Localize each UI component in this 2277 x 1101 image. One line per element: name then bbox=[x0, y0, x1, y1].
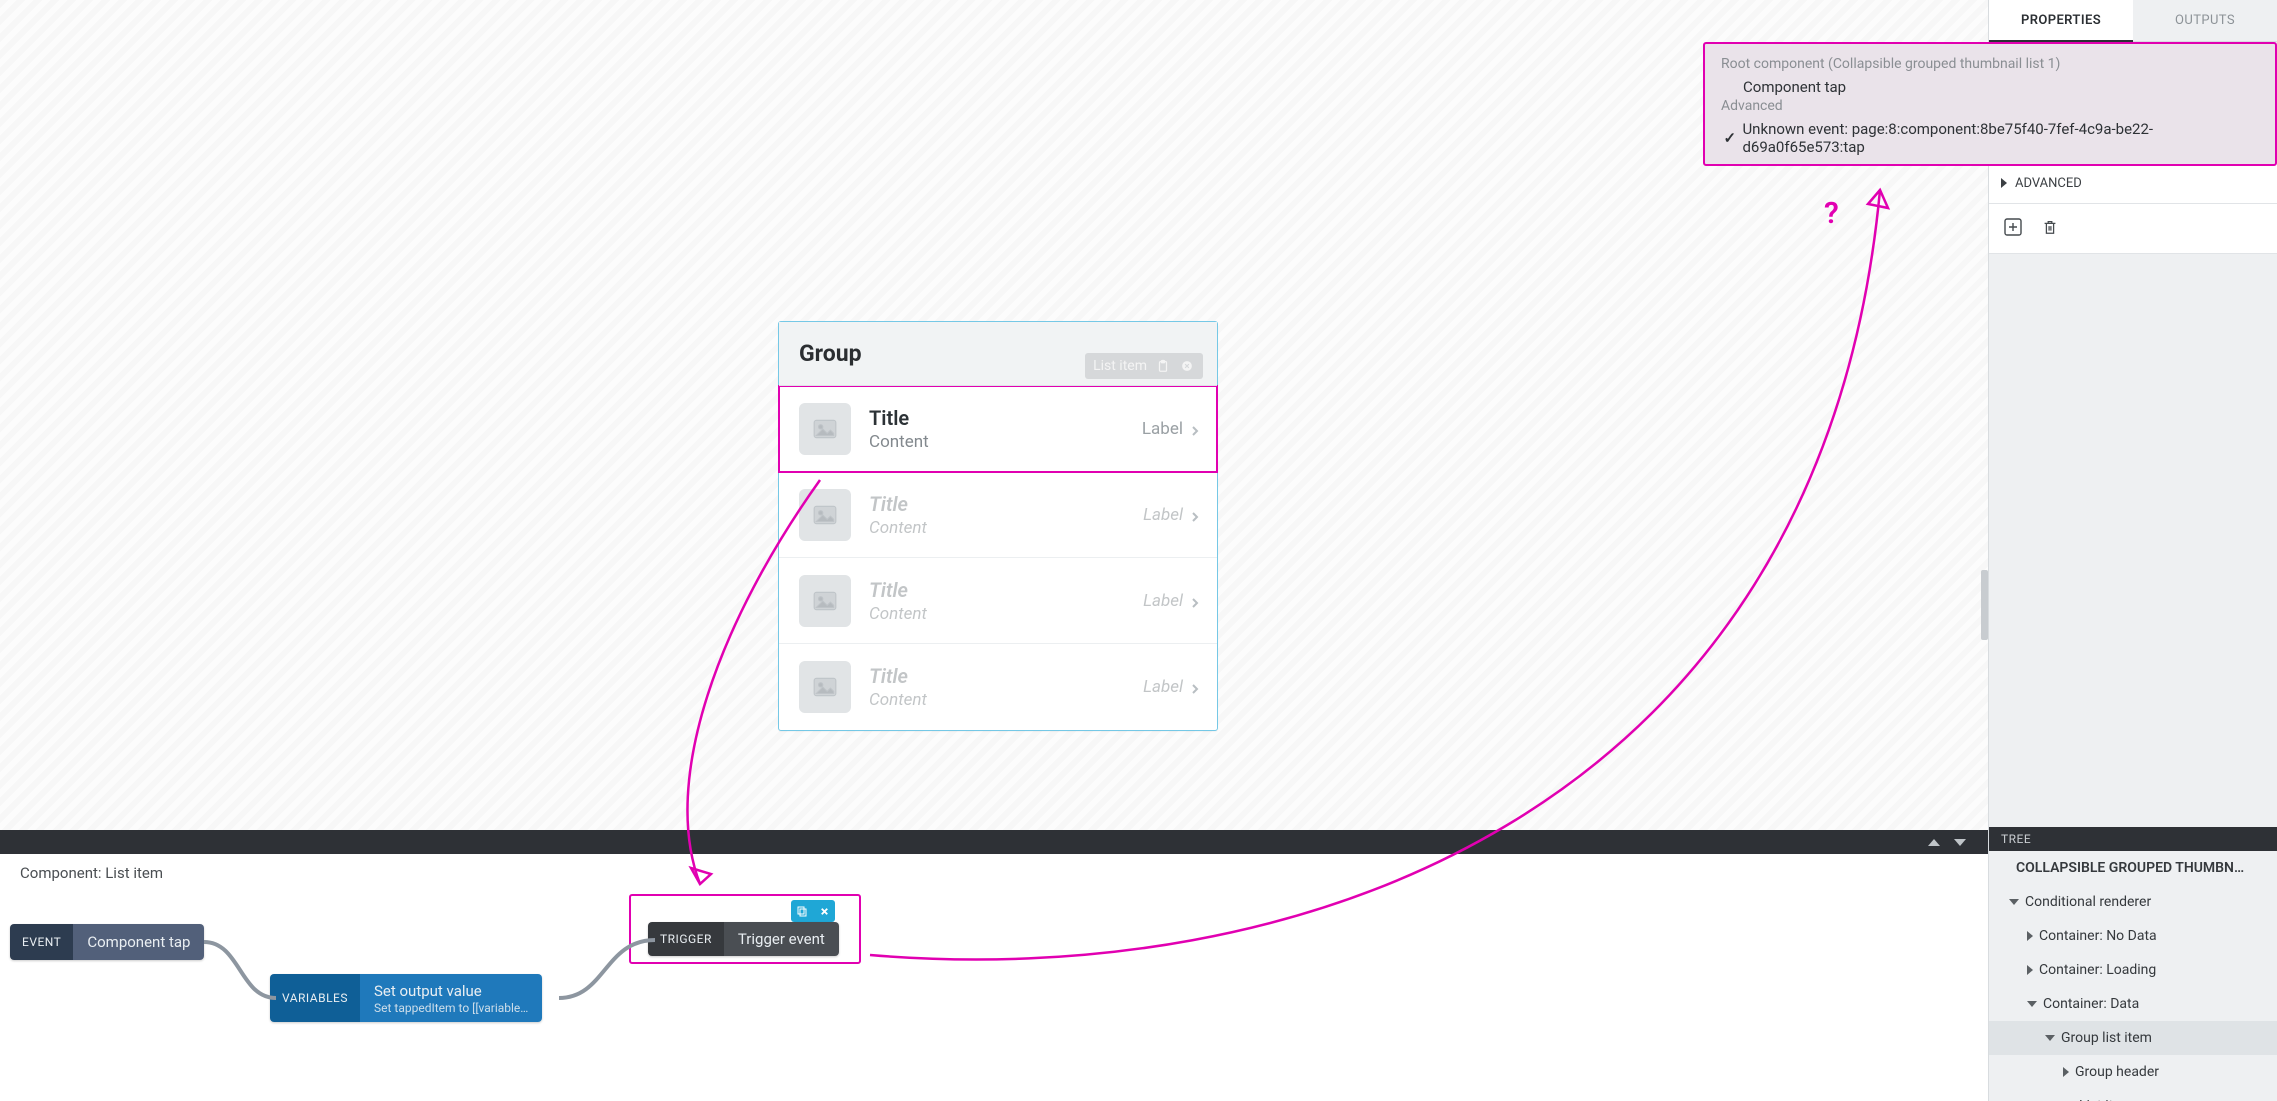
group-card[interactable]: Group List item Title Content Label bbox=[778, 321, 1218, 731]
tree-row[interactable]: Container: No Data bbox=[1989, 919, 2277, 953]
delete-icon[interactable] bbox=[813, 900, 835, 922]
event-picker-popup[interactable]: Root component (Collapsible grouped thum… bbox=[1703, 42, 2277, 166]
list-item[interactable]: Title Content Label bbox=[779, 386, 1217, 472]
list-item-content: Content bbox=[869, 518, 1143, 538]
tree-row-label: Group header bbox=[2075, 1064, 2159, 1080]
tree-row[interactable]: COLLAPSIBLE GROUPED THUMBN… bbox=[1989, 851, 2277, 885]
tree-row[interactable]: Group header bbox=[1989, 1055, 2277, 1089]
list-item-content: Content bbox=[869, 604, 1143, 624]
list-item-title: Title bbox=[869, 578, 1143, 602]
chevron-right-icon bbox=[1189, 594, 1203, 608]
tree-panel[interactable]: COLLAPSIBLE GROUPED THUMBN… Conditional r… bbox=[1989, 851, 2277, 1101]
popup-section: Advanced bbox=[1721, 98, 2259, 114]
tree-row-label: Conditional renderer bbox=[2025, 894, 2151, 910]
tree-row[interactable]: Conditional renderer bbox=[1989, 885, 2277, 919]
thumbnail-placeholder-icon bbox=[799, 661, 851, 713]
list-item-label: Label bbox=[1143, 591, 1183, 611]
popup-option[interactable]: ✓Unknown event: page:8:component:8be75f4… bbox=[1721, 118, 2259, 158]
advanced-section-toggle[interactable]: ADVANCED bbox=[1989, 163, 2277, 203]
thumbnail-placeholder-icon bbox=[799, 489, 851, 541]
sidebar-resize-handle[interactable] bbox=[1981, 570, 1988, 640]
list-item-title: Title bbox=[869, 492, 1143, 516]
node-trigger-tag: TRIGGER bbox=[648, 922, 724, 956]
design-canvas[interactable]: Group List item Title Content Label bbox=[0, 0, 1988, 830]
node-event[interactable]: EVENT Component tap bbox=[10, 924, 204, 960]
node-event-tag: EVENT bbox=[10, 924, 73, 960]
copy-icon[interactable] bbox=[791, 900, 813, 922]
chevron-right-icon bbox=[1189, 508, 1203, 522]
advanced-label: ADVANCED bbox=[2015, 176, 2082, 191]
popup-section: Root component (Collapsible grouped thum… bbox=[1721, 56, 2259, 72]
group-title: Group bbox=[799, 340, 862, 367]
logic-panel[interactable]: Component: List item EVENT Component tap… bbox=[0, 854, 1988, 1101]
node-trigger[interactable]: TRIGGER Trigger event bbox=[648, 922, 839, 956]
node-event-label: Component tap bbox=[87, 933, 190, 951]
tab-outputs[interactable]: OUTPUTS bbox=[2133, 0, 2277, 42]
popup-option-label: Unknown event: page:8:component:8be75f40… bbox=[1742, 120, 2259, 156]
chevron-right-icon bbox=[1189, 680, 1203, 694]
popup-option[interactable]: Component tap bbox=[1721, 76, 2259, 98]
tab-properties[interactable]: PROPERTIES bbox=[1989, 0, 2133, 42]
properties-toolbar bbox=[1989, 204, 2277, 254]
tree-row[interactable]: Container: Data bbox=[1989, 987, 2277, 1021]
node-trigger-actions[interactable] bbox=[791, 900, 835, 922]
sidebar-tabs: PROPERTIES OUTPUTS bbox=[1989, 0, 2277, 42]
close-icon[interactable] bbox=[1179, 358, 1195, 374]
list-item-content: Content bbox=[869, 690, 1143, 710]
caret-down-icon[interactable] bbox=[2009, 899, 2019, 905]
node-variables-line1: Set output value bbox=[374, 982, 528, 1000]
list-item-title: Title bbox=[869, 664, 1143, 688]
tree-row-label: COLLAPSIBLE GROUPED THUMBN… bbox=[2016, 860, 2244, 876]
list-item-label: Label bbox=[1142, 419, 1183, 439]
collapse-down-icon[interactable] bbox=[1954, 839, 1966, 846]
clipboard-icon[interactable] bbox=[1155, 358, 1171, 374]
list-item-label: Label bbox=[1143, 677, 1183, 697]
tree-row-label: Container: No Data bbox=[2039, 928, 2157, 944]
caret-right-icon[interactable] bbox=[2063, 1067, 2069, 1077]
tree-row-label: Group list item bbox=[2061, 1030, 2152, 1046]
list-item[interactable]: TitleContent Label bbox=[779, 644, 1217, 730]
popup-option-label: Component tap bbox=[1743, 78, 1846, 96]
node-variables[interactable]: VARIABLES Set output value Set tappedIte… bbox=[270, 974, 542, 1022]
panel-resize-bar[interactable] bbox=[0, 830, 1988, 854]
node-trigger-label: Trigger event bbox=[738, 930, 825, 948]
add-icon[interactable] bbox=[2003, 217, 2023, 241]
thumbnail-placeholder-icon bbox=[799, 575, 851, 627]
trash-icon[interactable] bbox=[2041, 218, 2059, 240]
thumbnail-placeholder-icon bbox=[799, 403, 851, 455]
list-item-title: Title bbox=[869, 406, 1142, 430]
caret-right-icon[interactable] bbox=[2027, 965, 2033, 975]
tree-row-label: Container: Loading bbox=[2039, 962, 2156, 978]
tree-header: TREE bbox=[1989, 827, 2277, 851]
tree-row[interactable]: Group list item bbox=[1989, 1021, 2277, 1055]
group-header-tag[interactable]: List item bbox=[1085, 353, 1203, 379]
group-header-tag-label: List item bbox=[1093, 358, 1147, 374]
tree-row-label: Container: Data bbox=[2043, 996, 2139, 1012]
group-header[interactable]: Group List item bbox=[779, 322, 1217, 386]
collapse-up-icon[interactable] bbox=[1928, 839, 1940, 846]
node-variables-line2: Set tappedItem to [[variable… bbox=[374, 1001, 528, 1015]
annotation-question: ? bbox=[1824, 196, 1839, 231]
tree-row[interactable]: List item bbox=[1989, 1089, 2277, 1101]
caret-right-icon bbox=[2001, 178, 2007, 188]
caret-down-icon[interactable] bbox=[2045, 1035, 2055, 1041]
tree-row[interactable]: Container: Loading bbox=[1989, 953, 2277, 987]
list-item[interactable]: TitleContent Label bbox=[779, 558, 1217, 644]
caret-down-icon[interactable] bbox=[2027, 1001, 2037, 1007]
list-item[interactable]: TitleContent Label bbox=[779, 472, 1217, 558]
list-item-content: Content bbox=[869, 432, 1142, 452]
chevron-right-icon bbox=[1189, 422, 1203, 436]
list-item-label: Label bbox=[1143, 505, 1183, 525]
node-variables-tag: VARIABLES bbox=[270, 974, 360, 1022]
caret-right-icon[interactable] bbox=[2027, 931, 2033, 941]
logic-breadcrumb: Component: List item bbox=[20, 864, 163, 882]
